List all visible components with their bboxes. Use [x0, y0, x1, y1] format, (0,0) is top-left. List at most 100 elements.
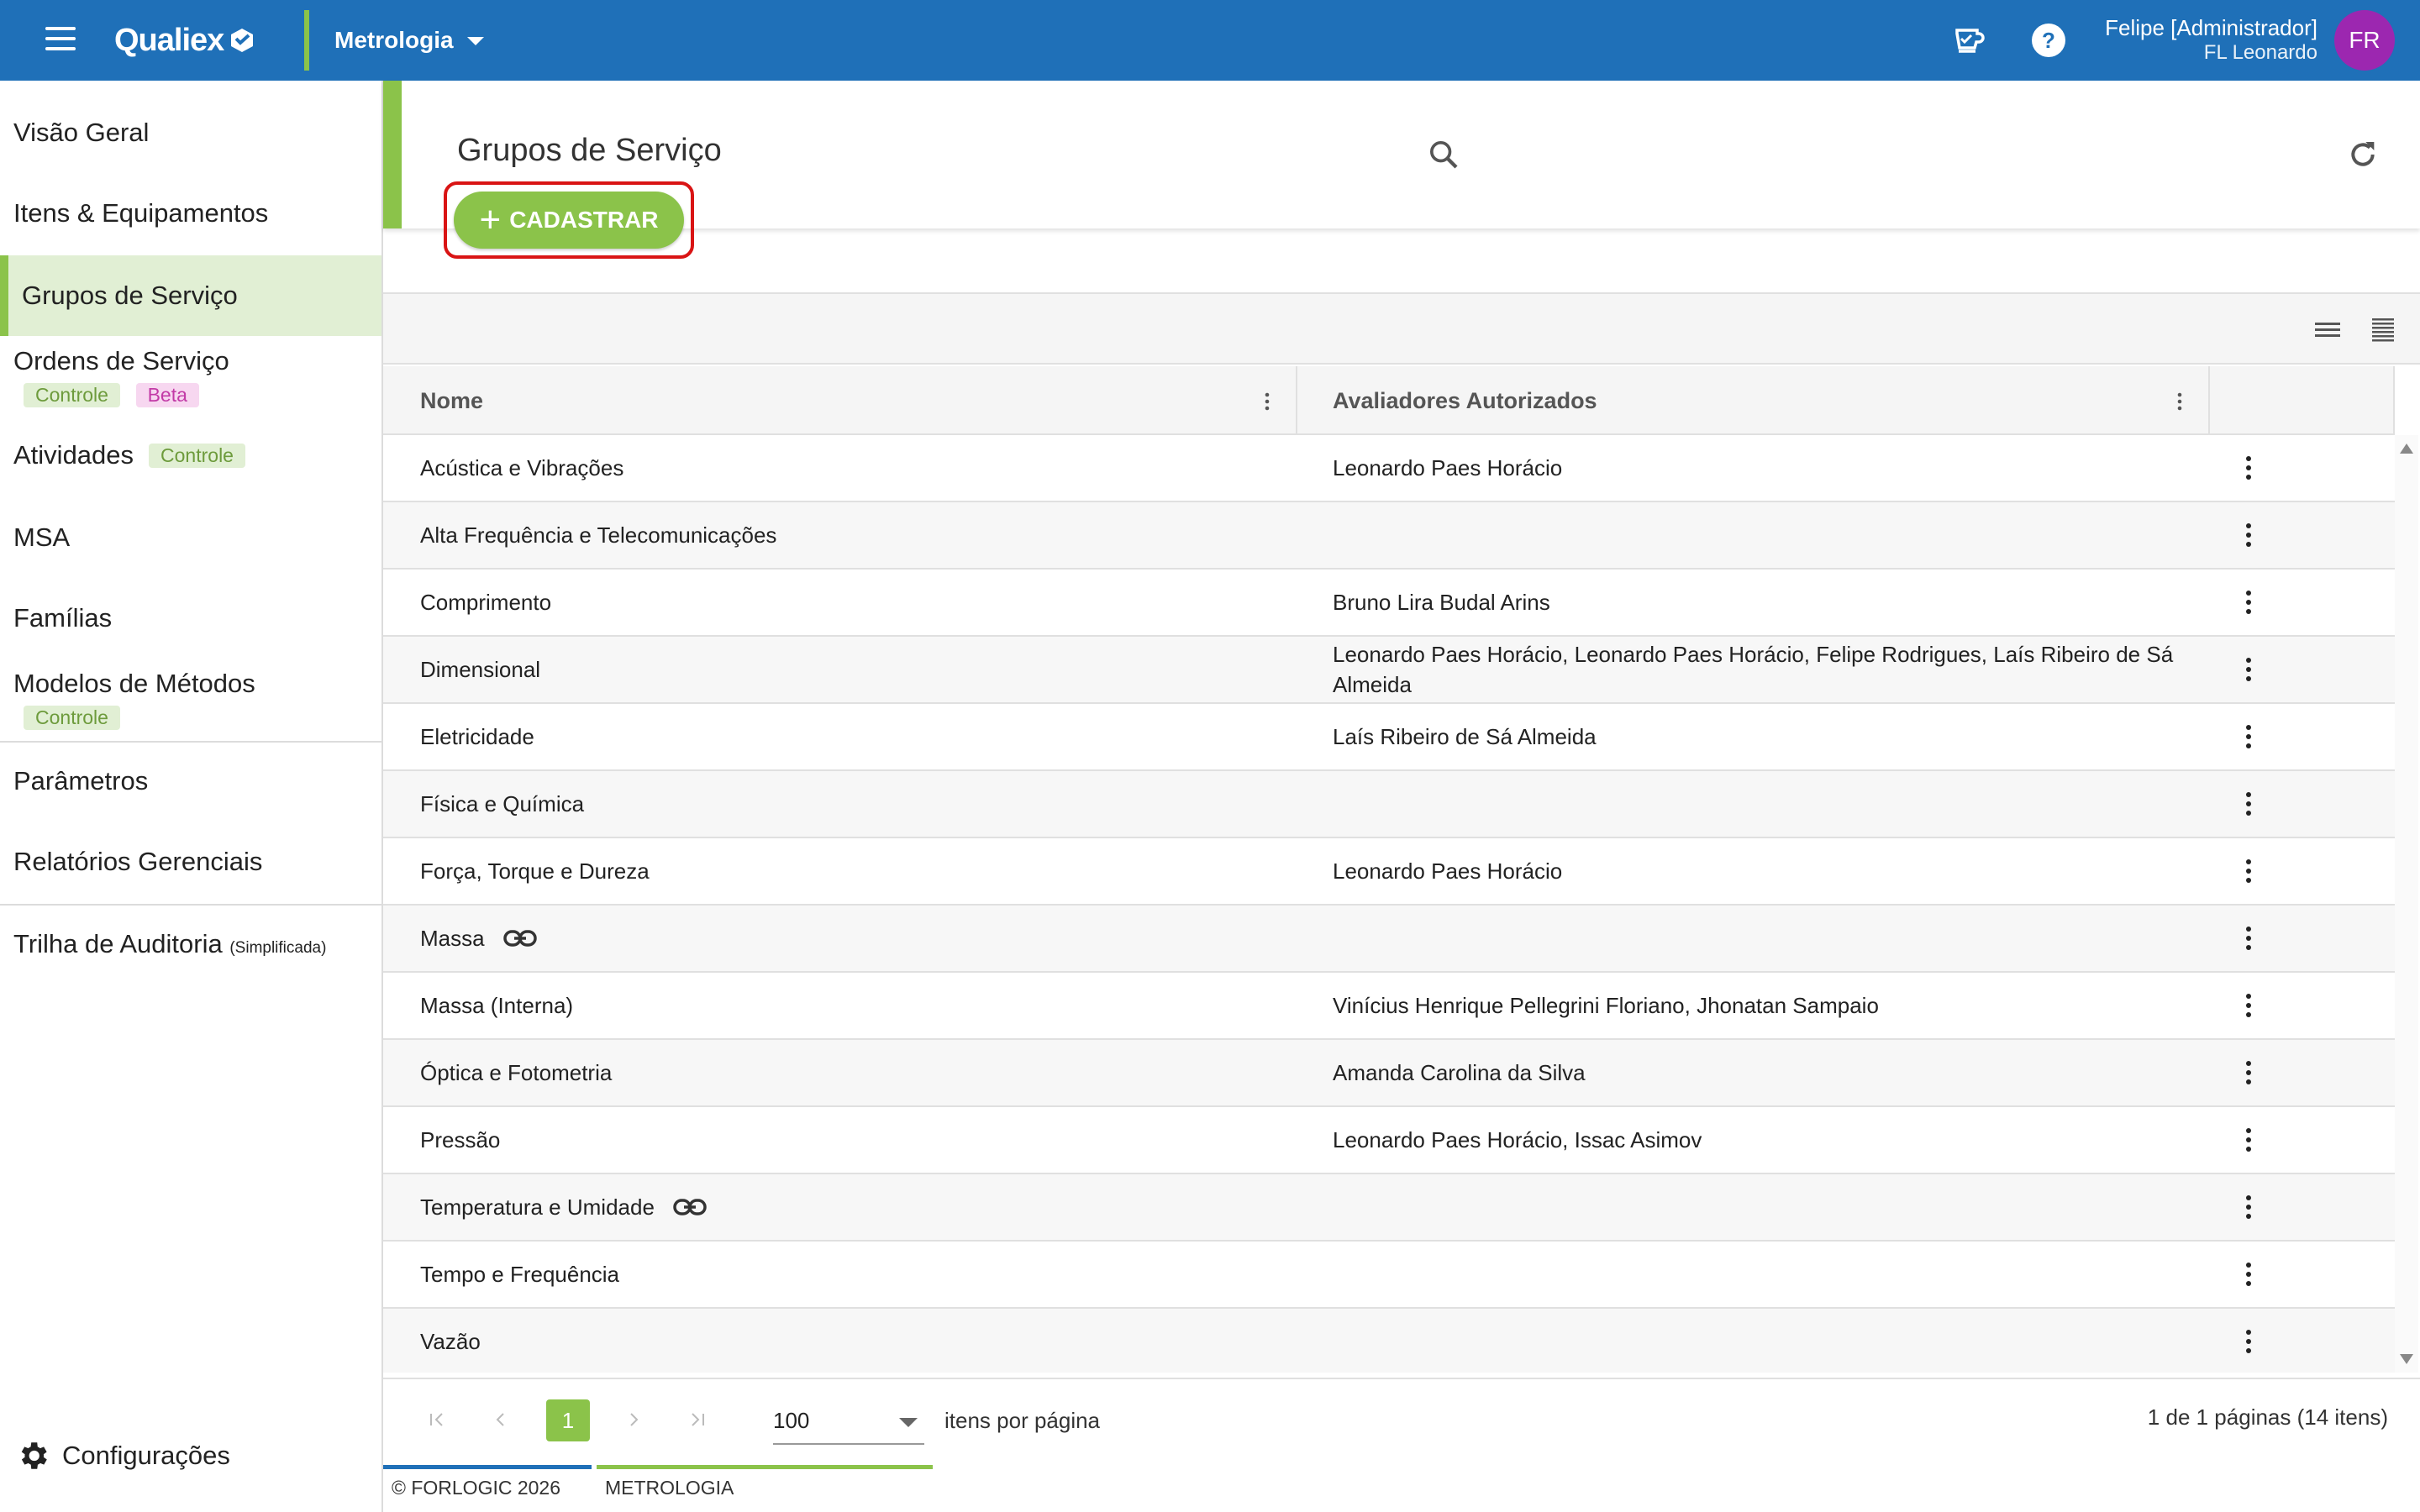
sidebar-divider: [0, 904, 381, 906]
row-actions-icon[interactable]: [2228, 502, 2269, 568]
cell-nome-text: Comprimento: [420, 590, 552, 615]
cell-nome-text: Alta Frequência e Telecomunicações: [420, 522, 777, 548]
sidebar-item-trilha-auditoria[interactable]: Trilha de Auditoria (Simplificada): [0, 929, 381, 959]
cell-nome-text: Tempo e Frequência: [420, 1262, 620, 1287]
first-page-button[interactable]: [420, 1401, 454, 1438]
cell-nome-text: Óptica e Fotometria: [420, 1060, 613, 1085]
sidebar-item-msa[interactable]: MSA: [0, 522, 381, 553]
sidebar-item-visao-geral[interactable]: Visão Geral: [0, 118, 381, 148]
density-compact-icon[interactable]: [2366, 312, 2400, 346]
row-actions-icon[interactable]: [2228, 637, 2269, 702]
cell-nome: Comprimento: [420, 570, 1260, 635]
table-row[interactable]: Acústica e Vibrações Leonardo Paes Horáci…: [383, 435, 2395, 502]
next-page-button[interactable]: [617, 1401, 650, 1438]
row-actions-icon[interactable]: [2228, 570, 2269, 635]
column-menu-icon[interactable]: [2171, 391, 2188, 412]
row-actions-icon[interactable]: [2228, 771, 2269, 837]
cell-nome-text: Física e Química: [420, 791, 585, 816]
column-header-avaliadores[interactable]: Avaliadores Autorizados: [1297, 366, 2210, 435]
help-icon[interactable]: ?: [2028, 20, 2069, 60]
table-row[interactable]: Temperatura e Umidade: [383, 1174, 2395, 1242]
table-row[interactable]: Massa: [383, 906, 2395, 973]
last-page-button[interactable]: [681, 1401, 714, 1438]
menu-icon[interactable]: [40, 24, 81, 57]
cell-nome: Massa: [420, 906, 1260, 971]
module-selector[interactable]: Metrologia: [334, 24, 484, 57]
brand-logo[interactable]: Qualiex: [114, 18, 255, 62]
per-page-label: itens por página: [944, 1408, 1101, 1433]
sidebar-item-modelos-metodos[interactable]: Modelos de Métodos Controle: [0, 669, 381, 731]
chevron-down-icon: [466, 37, 484, 45]
sidebar-item-parametros[interactable]: Parâmetros: [0, 766, 381, 796]
avatar[interactable]: FR: [2334, 10, 2395, 71]
add-button-highlight: + CADASTRAR: [444, 181, 694, 259]
row-actions-icon[interactable]: [2228, 973, 2269, 1038]
table-row[interactable]: Força, Torque e Dureza Leonardo Paes Horá…: [383, 838, 2395, 906]
user-info[interactable]: Felipe [Administrador] FL Leonardo: [2105, 15, 2317, 66]
add-button-label: CADASTRAR: [509, 207, 659, 233]
row-actions-icon[interactable]: [2228, 435, 2269, 501]
sidebar-item-label: Parâmetros: [13, 766, 149, 795]
row-actions-icon[interactable]: [2228, 704, 2269, 769]
sidebar-item-grupos-servico[interactable]: Grupos de Serviço: [0, 255, 381, 336]
current-page[interactable]: 1: [546, 1399, 590, 1441]
row-actions-icon[interactable]: [2228, 1107, 2269, 1173]
top-bar: Qualiex Metrologia ? Felipe [Administrad…: [0, 0, 2420, 81]
add-button[interactable]: + CADASTRAR: [454, 192, 684, 249]
cell-avaliadores: Leonardo Paes Horácio, Issac Asimov: [1333, 1127, 1702, 1152]
table-row[interactable]: Óptica e Fotometria Amanda Carolina da Si…: [383, 1040, 2395, 1107]
sidebar-item-label: Itens & Equipamentos: [13, 198, 269, 228]
table-row[interactable]: Massa (Interna) Vinícius Henrique Pellegr…: [383, 973, 2395, 1040]
cell-nome-text: Vazão: [420, 1329, 481, 1354]
row-actions-icon[interactable]: [2228, 906, 2269, 971]
sidebar-item-atividades[interactable]: Atividades Controle: [0, 440, 381, 470]
cell-nome: Física e Química: [420, 771, 1260, 837]
coffee-cup-icon[interactable]: [1948, 20, 1988, 60]
controle-badge: Controle: [24, 706, 120, 730]
gear-icon: [21, 1442, 47, 1469]
row-actions-icon[interactable]: [2228, 1309, 2269, 1373]
row-actions-icon[interactable]: [2228, 1040, 2269, 1105]
sidebar-item-relatorios-gerenciais[interactable]: Relatórios Gerenciais: [0, 847, 381, 877]
search-icon[interactable]: [1422, 133, 1465, 176]
footer-accent-blue: [383, 1465, 592, 1469]
link-icon[interactable]: [673, 1197, 707, 1217]
sidebar-item-ordens-servico[interactable]: Ordens de Serviço Controle Beta: [0, 346, 381, 408]
column-header-nome[interactable]: Nome: [383, 366, 1297, 435]
scroll-up-icon[interactable]: [2400, 444, 2413, 454]
density-normal-icon[interactable]: [2311, 312, 2344, 346]
row-actions-icon[interactable]: [2228, 1242, 2269, 1307]
refresh-icon[interactable]: [2341, 133, 2385, 176]
link-icon[interactable]: [502, 928, 537, 948]
cell-avaliadores: [1333, 1242, 2181, 1307]
cell-nome-text: Temperatura e Umidade: [420, 1194, 655, 1220]
cell-avaliadores: Leonardo Paes Horácio, Leonardo Paes Hor…: [1333, 642, 2174, 697]
cell-avaliadores: Vinícius Henrique Pellegrini Floriano, J…: [1333, 993, 1879, 1018]
header-accent: [383, 81, 402, 228]
table-row[interactable]: Comprimento Bruno Lira Budal Arins: [383, 570, 2395, 637]
table-row[interactable]: Tempo e Frequência: [383, 1242, 2395, 1309]
sidebar-item-familias[interactable]: Famílias: [0, 603, 381, 633]
cell-nome: Pressão: [420, 1107, 1260, 1173]
row-actions-icon[interactable]: [2228, 1174, 2269, 1240]
settings-button[interactable]: Configurações: [15, 1438, 230, 1473]
beta-badge: Beta: [135, 383, 199, 407]
vertical-scrollbar[interactable]: [2395, 435, 2418, 1373]
table-row[interactable]: Dimensional Leonardo Paes Horácio, Leonar…: [383, 637, 2395, 704]
cell-avaliadores: Leonardo Paes Horácio: [1333, 858, 1563, 884]
column-menu-icon[interactable]: [1259, 391, 1276, 412]
cell-avaliadores: [1333, 502, 2181, 568]
table-row[interactable]: Alta Frequência e Telecomunicações: [383, 502, 2395, 570]
table-row[interactable]: Pressão Leonardo Paes Horácio, Issac Asim…: [383, 1107, 2395, 1174]
cell-nome-text: Massa: [420, 926, 485, 951]
page-size-select[interactable]: 100: [773, 1398, 924, 1445]
table-row[interactable]: Vazão: [383, 1309, 2395, 1373]
page-title: Grupos de Serviço: [457, 133, 722, 168]
table-row[interactable]: Eletricidade Laís Ribeiro de Sá Almeida: [383, 704, 2395, 771]
sidebar-item-itens-equipamentos[interactable]: Itens & Equipamentos: [0, 198, 381, 228]
page-header: Grupos de Serviço + CADASTRAR: [383, 81, 2420, 259]
prev-page-button[interactable]: [484, 1401, 518, 1438]
table-row[interactable]: Física e Química: [383, 771, 2395, 838]
row-actions-icon[interactable]: [2228, 838, 2269, 904]
scroll-down-icon[interactable]: [2400, 1354, 2413, 1364]
